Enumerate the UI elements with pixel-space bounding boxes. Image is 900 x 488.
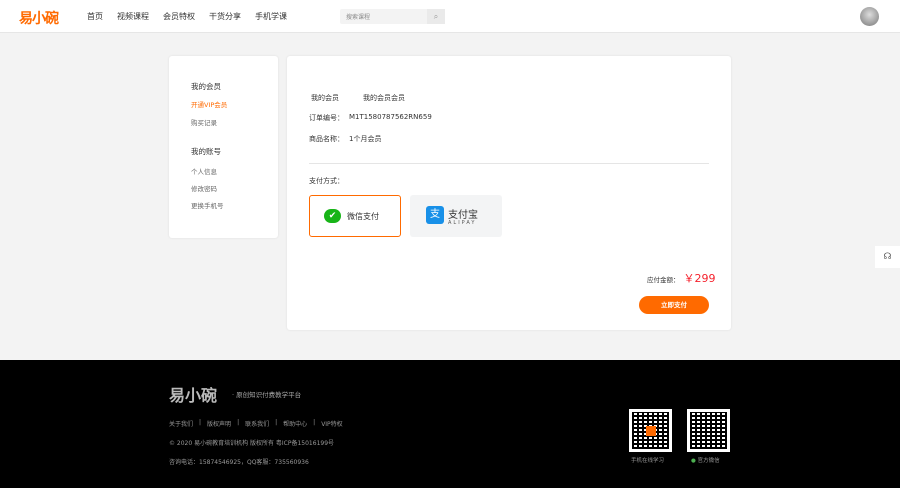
sidebar: 我的会员 开通VIP会员 购买记录 我的账号 个人信息 修改密码 更换手机号 — [169, 56, 278, 238]
qr-code-mobile — [629, 409, 672, 452]
separator: | — [313, 419, 316, 426]
separator: | — [237, 419, 240, 426]
qr-caption-mobile: 手机在线学习 — [631, 458, 665, 464]
separator: | — [199, 419, 202, 426]
footer-link-contact[interactable]: 联系我们 — [245, 419, 269, 428]
logo-icon — [646, 426, 656, 436]
search-placeholder: 搜索课程 — [346, 14, 371, 21]
nav-home[interactable]: 首页 — [87, 11, 103, 22]
breadcrumb-item: 我的会员会员 — [363, 94, 405, 102]
separator: | — [275, 419, 278, 426]
footer-links: 关于我们 | 版权声明 | 联系我们 | 帮助中心 | VIP特权 — [169, 419, 343, 428]
footer-contact: 咨询电话：15874546925，QQ客服：735560936 — [169, 459, 309, 466]
sidebar-group-account: 我的账号 — [191, 147, 221, 156]
alipay-icon: 支 — [426, 206, 444, 224]
top-header: 易小碗 首页 视频课程 会员特权 干货分享 手机学课 搜索课程 ⌕ — [0, 0, 900, 33]
order-no-label: 订单编号： — [309, 114, 344, 122]
search-icon[interactable]: ⌕ — [427, 9, 445, 24]
order-no-value: M1T1580787562RN659 — [349, 113, 432, 121]
footer-slogan: · 原创知识付费教学平台 — [232, 391, 302, 399]
wechat-icon: ● — [691, 458, 696, 464]
wechat-pay-label: 微信支付 — [347, 212, 379, 221]
footer-link-help[interactable]: 帮助中心 — [283, 419, 307, 428]
sidebar-item-password[interactable]: 修改密码 — [191, 183, 217, 193]
footer-link-copyright[interactable]: 版权声明 — [207, 419, 231, 428]
nav-share[interactable]: 干货分享 — [209, 11, 241, 22]
alipay-en-label: ALIPAY — [448, 220, 477, 226]
order-panel: 我的会员 我的会员会员 订单编号： M1T1580787562RN659 商品名… — [287, 56, 731, 330]
amount-value: ￥299 — [683, 272, 716, 285]
pay-now-button[interactable]: 立即支付 — [639, 296, 709, 314]
footer: 易小碗 · 原创知识付费教学平台 关于我们 | 版权声明 | 联系我们 | 帮助… — [0, 360, 900, 488]
nav-video-courses[interactable]: 视频课程 — [117, 11, 149, 22]
footer-link-vip[interactable]: VIP特权 — [321, 419, 343, 428]
sidebar-item-profile[interactable]: 个人信息 — [191, 166, 217, 176]
main-nav: 首页 视频课程 会员特权 干货分享 手机学课 — [87, 11, 287, 22]
sidebar-item-phone[interactable]: 更换手机号 — [191, 200, 224, 210]
pay-method-label: 支付方式： — [309, 177, 344, 185]
qr-caption-wechat-text: 官方微信 — [697, 458, 720, 464]
footer-logo: 易小碗 — [169, 386, 218, 405]
product-value: 1个月会员 — [349, 135, 382, 143]
customer-service-icon[interactable]: ☊ — [875, 246, 900, 268]
avatar[interactable] — [860, 7, 879, 26]
footer-copyright: © 2020 易小碗教育培训机构 版权所有 粤ICP备15016199号 — [169, 440, 335, 447]
amount-label: 应付金额： — [647, 276, 680, 284]
search-input[interactable]: 搜索课程 ⌕ — [340, 9, 445, 24]
nav-vip[interactable]: 会员特权 — [163, 11, 195, 22]
footer-link-about[interactable]: 关于我们 — [169, 419, 193, 428]
divider — [309, 163, 709, 164]
sidebar-item-purchase-history[interactable]: 购买记录 — [191, 117, 217, 127]
qr-caption-wechat: ● 官方微信 — [691, 456, 720, 464]
alipay-label: 支付宝 — [448, 210, 478, 221]
wechat-pay-option[interactable]: ✔ 微信支付 — [309, 195, 401, 237]
nav-mobile[interactable]: 手机学课 — [255, 11, 287, 22]
site-logo[interactable]: 易小碗 — [19, 8, 59, 28]
product-label: 商品名称： — [309, 135, 344, 143]
breadcrumb-item[interactable]: 我的会员 — [311, 93, 339, 103]
amount-row: 应付金额： ￥299 — [647, 270, 716, 286]
alipay-option[interactable]: 支 支付宝 ALIPAY — [410, 195, 502, 237]
sidebar-item-open-vip[interactable]: 开通VIP会员 — [191, 99, 227, 109]
wechat-icon: ✔ — [324, 209, 341, 223]
qr-code-wechat — [687, 409, 730, 452]
sidebar-group-membership: 我的会员 — [191, 82, 221, 91]
